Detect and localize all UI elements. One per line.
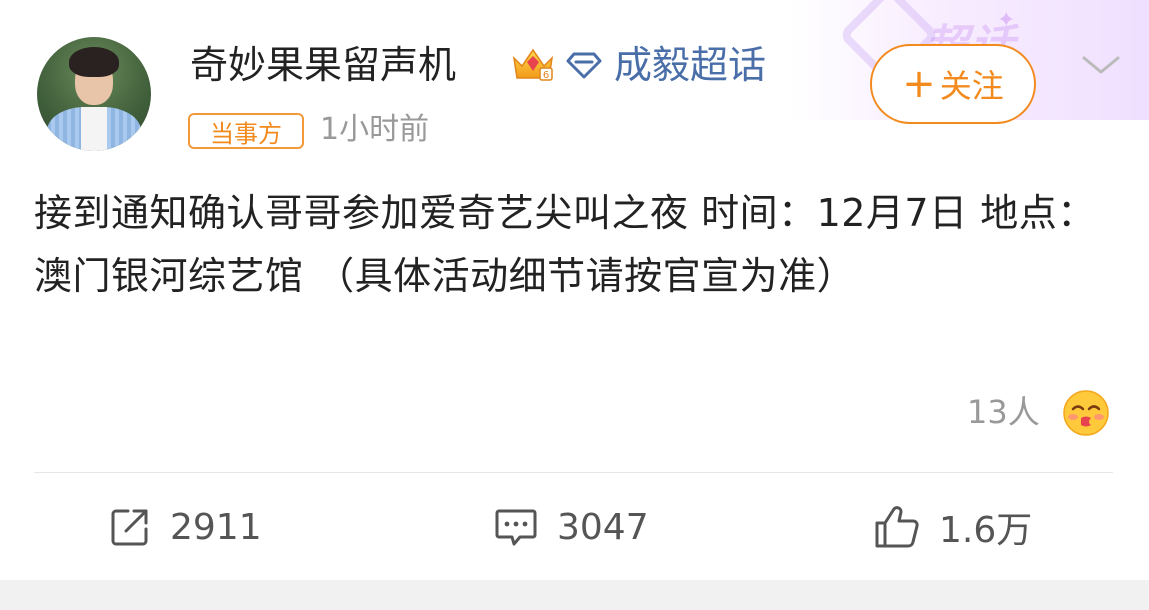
reaction-count[interactable]: 13人 <box>967 390 1040 434</box>
super-topic-link[interactable]: 成毅超话 <box>614 40 766 90</box>
follow-label: 关注 <box>939 67 1004 105</box>
comment-count: 3047 <box>557 506 649 548</box>
share-icon <box>111 509 148 546</box>
kiss-emoji-icon[interactable] <box>1061 388 1111 438</box>
comment-icon <box>495 509 537 546</box>
thumbs-up-icon <box>875 506 919 548</box>
comment-button[interactable]: 3047 <box>493 502 649 552</box>
post-text[interactable]: 接到通知确认哥哥参加爱奇艺尖叫之夜 时间：12月7日 地点：澳门银河综艺馆 （具… <box>34 182 1114 308</box>
username[interactable]: 奇妙果果留声机 <box>190 40 456 90</box>
avatar[interactable] <box>37 37 151 151</box>
like-button[interactable]: 1.6万 <box>873 502 1032 552</box>
like-count: 1.6万 <box>939 510 1033 551</box>
share-count: 2911 <box>170 506 262 548</box>
divider <box>34 472 1113 473</box>
svg-text:6: 6 <box>543 70 549 81</box>
post-time: 1小时前 <box>320 112 430 147</box>
share-button[interactable]: 2911 <box>108 502 262 552</box>
role-badge: 当事方 <box>188 113 304 149</box>
follow-button[interactable]: + 关注 <box>870 44 1036 124</box>
weibo-post-card: 超话 ✦ 奇妙果果留声机 6 成毅超话 + 关注 当事方 1小时前 接到通知确认 <box>0 0 1149 580</box>
diamond-topic-icon[interactable] <box>566 49 602 81</box>
bottom-separator-strip <box>0 580 1149 610</box>
chevron-down-icon[interactable] <box>1078 50 1124 80</box>
plus-icon: + <box>902 61 936 107</box>
crown-badge-icon[interactable]: 6 <box>511 44 555 84</box>
sparkle-icon: ✦ <box>997 8 1016 33</box>
